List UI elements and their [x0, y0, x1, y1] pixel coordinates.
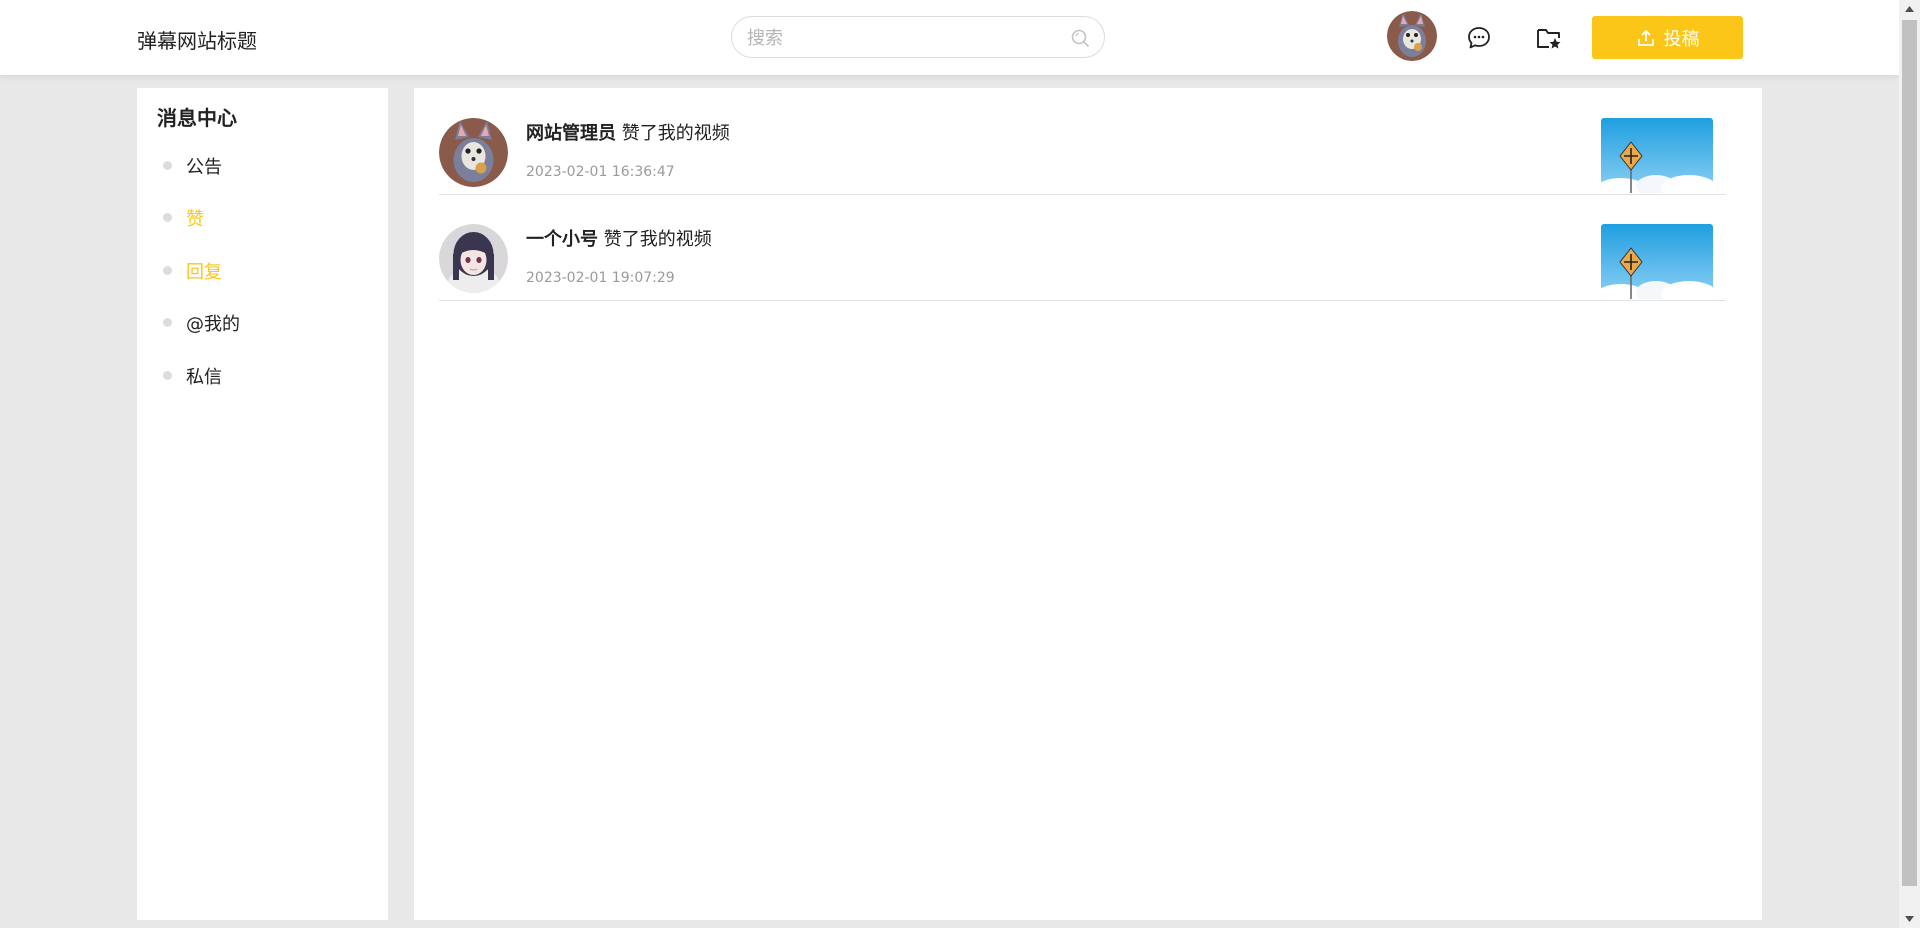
sidebar-item-mentions[interactable]: @我的 — [137, 302, 388, 342]
sidebar-item-replies[interactable]: 回复 — [137, 250, 388, 290]
bullet-dot — [163, 318, 172, 327]
message-text: 网站管理员 赞了我的视频 — [526, 119, 730, 145]
sidebar-item-announcements[interactable]: 公告 — [137, 145, 388, 185]
site-title[interactable]: 弹幕网站标题 — [137, 25, 257, 54]
list-item[interactable]: 网站管理员 赞了我的视频 2023-02-01 16:36:47 — [439, 88, 1726, 195]
video-thumbnail[interactable] — [1601, 118, 1713, 193]
bullet-dot — [163, 371, 172, 380]
search-box[interactable] — [731, 16, 1105, 58]
chat-bubble-icon[interactable] — [1466, 25, 1492, 51]
bullet-dot — [163, 213, 172, 222]
sidebar-item-label: @我的 — [186, 314, 240, 335]
sidebar-item-label: 私信 — [186, 367, 222, 388]
upload-icon — [1637, 29, 1654, 46]
video-thumbnail[interactable] — [1601, 224, 1713, 299]
folder-star-icon[interactable] — [1535, 24, 1563, 52]
upload-button[interactable]: 投稿 — [1592, 16, 1743, 59]
search-input[interactable] — [745, 23, 1059, 53]
message-time: 2023-02-01 19:07:29 — [526, 270, 675, 286]
bullet-dot — [163, 161, 172, 170]
search-icon[interactable] — [1070, 28, 1090, 48]
sidebar-item-likes[interactable]: 赞 — [137, 197, 388, 237]
avatar[interactable] — [439, 118, 508, 187]
message-time: 2023-02-01 16:36:47 — [526, 164, 675, 180]
list-item[interactable]: 一个小号 赞了我的视频 2023-02-01 19:07:29 — [439, 194, 1726, 301]
scroll-up-arrow-icon[interactable] — [1899, 0, 1920, 18]
message-list-panel: 网站管理员 赞了我的视频 2023-02-01 16:36:47 一个小号 赞了… — [414, 88, 1762, 920]
upload-label: 投稿 — [1663, 28, 1700, 50]
scroll-down-arrow-icon[interactable] — [1899, 910, 1920, 928]
message-action: 赞了我的视频 — [603, 229, 712, 250]
page-scrollbar[interactable] — [1899, 0, 1920, 928]
scrollbar-thumb[interactable] — [1902, 20, 1917, 886]
sidebar-item-label: 赞 — [186, 209, 204, 230]
bullet-dot — [163, 266, 172, 275]
sidebar-item-private-messages[interactable]: 私信 — [137, 355, 388, 395]
message-center-sidebar: 消息中心 公告 赞 回复 @我的 私信 — [137, 88, 388, 920]
sidebar-title: 消息中心 — [157, 106, 237, 130]
message-text: 一个小号 赞了我的视频 — [526, 225, 712, 251]
sidebar-item-label: 回复 — [186, 262, 222, 283]
sidebar-item-label: 公告 — [186, 157, 222, 178]
avatar[interactable] — [439, 224, 508, 293]
user-avatar[interactable] — [1387, 11, 1437, 61]
message-action: 赞了我的视频 — [621, 123, 730, 144]
top-header: 弹幕网站标题 搜索 投稿 — [0, 0, 1899, 75]
message-username[interactable]: 一个小号 — [526, 229, 598, 250]
message-username[interactable]: 网站管理员 — [526, 123, 616, 144]
